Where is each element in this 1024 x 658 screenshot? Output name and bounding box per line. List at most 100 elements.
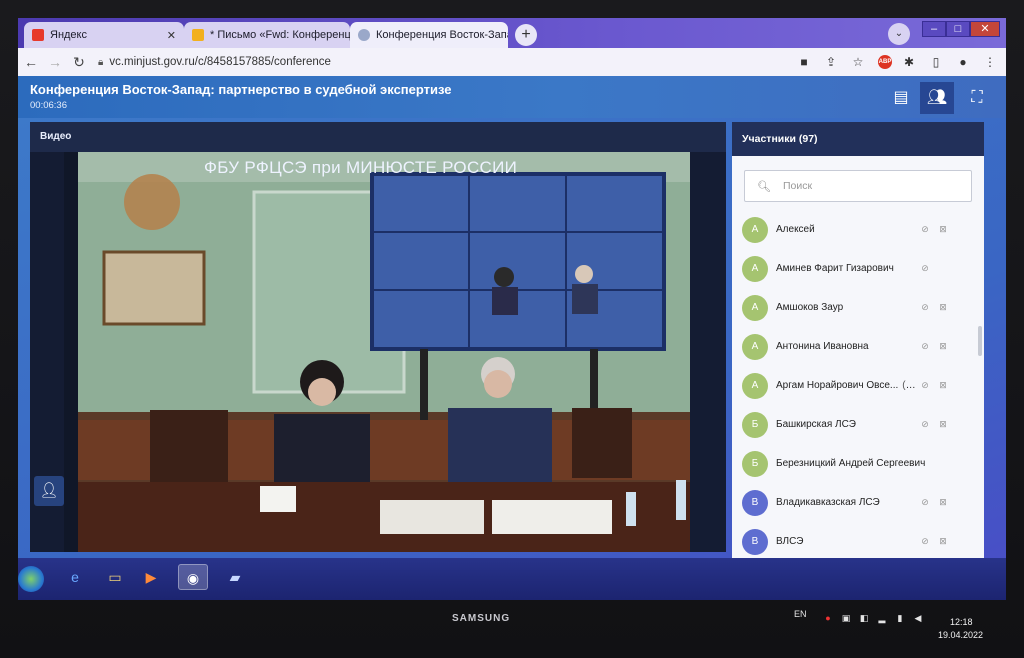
participant-name: Березницкий Андрей Сергеевич [776, 458, 926, 469]
participant-name: Алексей [776, 224, 815, 235]
maximize-button[interactable]: □ [946, 21, 970, 37]
avatar: В [742, 528, 768, 555]
clock-time[interactable]: 12:18 [950, 617, 973, 627]
clock-date[interactable]: 19.04.2022 [938, 630, 983, 640]
image-icon[interactable]: ▣ [840, 612, 852, 624]
camera-icon[interactable]: ■ [793, 51, 815, 73]
yandex-icon [32, 29, 44, 41]
opera-icon[interactable]: ● [822, 612, 834, 624]
file-explorer-icon[interactable]: ▭ [100, 564, 130, 590]
participant-name: ВЛСЭ [776, 536, 804, 547]
conference-header: Конференция Восток-Запад: партнерство в … [18, 76, 1006, 118]
extensions-icon[interactable]: ✱ [898, 51, 920, 73]
tab-title: Конференция Восток-Запад [376, 29, 508, 41]
mic-off-icon: ⊘ [921, 536, 929, 546]
camera-off-icon: ⊠ [939, 224, 947, 234]
avatar: В [742, 489, 768, 516]
participants-list: А Алексей ⊘ ⊠ А Аминев Фарит Гизарович ⊘… [732, 210, 984, 561]
list-item[interactable]: Б Башкирская ЛСЭ ⊘ ⊠ [742, 405, 984, 444]
chat-icon[interactable]: ▤ [884, 82, 918, 114]
add-user-button[interactable]: 👤︎ [34, 476, 64, 506]
share-icon[interactable]: ⇪ [820, 51, 842, 73]
tab-search-icon[interactable]: ⌄ [888, 23, 910, 45]
window-thumbnail-icon[interactable]: ▰ [220, 564, 250, 590]
sidebar-icon[interactable]: ▯ [925, 51, 947, 73]
chrome-icon[interactable]: ◉ [178, 564, 208, 590]
tab-title: Яндекс [50, 29, 87, 41]
system-tray: ● ▣ ◧ ▂ ▮ ◀ [822, 612, 924, 624]
video-caption: ФБУ РФЦСЭ при МИНЮСТЕ РОССИИ [204, 158, 518, 177]
video-panel-title: Видео [30, 122, 726, 152]
window-close-button[interactable]: ✕ [970, 21, 1000, 37]
video-panel: Видео ФБУ РФЦСЭ при МИНЮСТЕ РОССИИ [30, 122, 726, 552]
participants-title: Участники (97) [732, 122, 984, 156]
page-title: Конференция Восток-Запад: партнерство в … [30, 82, 452, 97]
browser-tab-strip: Яндекс ✕ * Письмо «Fwd: Конференция В ✕ … [18, 18, 1006, 48]
tab-yandex[interactable]: Яндекс ✕ [24, 22, 184, 48]
reload-icon[interactable]: ↻ [68, 51, 90, 73]
list-item[interactable]: А Алексей ⊘ ⊠ [742, 210, 984, 249]
mic-off-icon: ⊘ [921, 263, 929, 273]
participants-search-input[interactable]: 🔍︎ Поиск [744, 170, 972, 202]
fullscreen-icon[interactable]: ⛶ [960, 82, 994, 114]
mic-off-icon: ⊘ [921, 497, 929, 507]
camera-off-icon: ⊠ [939, 497, 947, 507]
camera-off-icon: ⊠ [939, 302, 947, 312]
participant-name: Владикавказская ЛСЭ [776, 497, 880, 508]
profile-icon[interactable]: ● [952, 51, 974, 73]
avatar: Б [742, 450, 768, 477]
close-icon[interactable]: ✕ [161, 29, 176, 42]
list-item[interactable]: В Владикавказская ЛСЭ ⊘ ⊠ [742, 483, 984, 522]
search-icon: 🔍︎ [757, 180, 771, 193]
url-field[interactable]: 🔒︎ vc.minjust.gov.ru/c/8458157885/confer… [98, 56, 793, 68]
video-stream[interactable]: ФБУ РФЦСЭ при МИНЮСТЕ РОССИИ [64, 152, 690, 552]
monitor-bezel: Яндекс ✕ * Письмо «Fwd: Конференция В ✕ … [0, 0, 1024, 658]
volume-icon[interactable]: ◀ [912, 612, 924, 624]
participants-panel: Участники (97) 🔍︎ Поиск А Алексей ⊘ ⊠ А … [732, 122, 984, 570]
avatar: Б [742, 411, 768, 438]
list-item[interactable]: А Антонина Ивановна ⊘ ⊠ [742, 327, 984, 366]
participant-name: Антонина Ивановна [776, 341, 869, 352]
minimize-button[interactable]: – [922, 21, 946, 37]
language-indicator[interactable]: EN [794, 609, 807, 619]
monitor-brand: SAMSUNG [452, 613, 511, 624]
mic-off-icon: ⊘ [921, 419, 929, 429]
start-button[interactable] [18, 566, 44, 592]
tab-conference[interactable]: Конференция Восток-Запад ● ✕ [350, 22, 508, 48]
windows-taskbar: e ▭ ▶ ◉ ▰ [18, 558, 1006, 600]
tab-title: * Письмо «Fwd: Конференция В [210, 29, 350, 41]
adblock-icon[interactable]: ABP [878, 55, 892, 69]
tab-mail[interactable]: * Письмо «Fwd: Конференция В ✕ [184, 22, 350, 48]
menu-icon[interactable]: ⋮ [979, 51, 1001, 73]
list-item[interactable]: А Амшоков Заур ⊘ ⊠ [742, 288, 984, 327]
camera-off-icon: ⊠ [939, 536, 947, 546]
avatar: А [742, 372, 768, 399]
list-item[interactable]: Б Березницкий Андрей Сергеевич [742, 444, 984, 483]
avatar: А [742, 294, 768, 321]
search-placeholder: Поиск [782, 180, 813, 192]
participant-name: Амшоков Заур [776, 302, 844, 313]
forward-arrow-icon[interactable]: → [44, 51, 66, 73]
mic-off-icon: ⊘ [921, 302, 929, 312]
new-tab-button[interactable]: + [515, 24, 537, 46]
list-item[interactable]: А Аминев Фарит Гизарович ⊘ [742, 249, 984, 288]
network-icon[interactable]: ▂ [876, 612, 888, 624]
media-player-icon[interactable]: ▶ [136, 564, 166, 590]
participants-scrollbar[interactable] [978, 326, 982, 356]
battery-icon[interactable]: ▮ [894, 612, 906, 624]
globe-icon [358, 29, 370, 41]
internet-explorer-icon[interactable]: e [60, 564, 90, 590]
list-item[interactable]: А Аргам Норайрович Овсе...(вы) ⊘ ⊠ [742, 366, 984, 405]
conference-body: Видео ФБУ РФЦСЭ при МИНЮСТЕ РОССИИ Участ… [18, 118, 1006, 600]
video-scene [64, 152, 690, 552]
star-icon[interactable]: ☆ [847, 51, 869, 73]
app-tray-icon[interactable]: ◧ [858, 612, 870, 624]
address-bar: ← → ↻ 🔒︎ vc.minjust.gov.ru/c/8458157885/… [18, 48, 1006, 76]
mail-icon [192, 29, 204, 41]
conference-timer: 00:06:36 [30, 100, 67, 111]
avatar: А [742, 333, 768, 360]
back-arrow-icon[interactable]: ← [20, 51, 42, 73]
participants-icon[interactable]: 👥︎ [920, 82, 954, 114]
camera-off-icon: ⊠ [939, 380, 947, 390]
list-item[interactable]: В ВЛСЭ ⊘ ⊠ [742, 522, 984, 561]
